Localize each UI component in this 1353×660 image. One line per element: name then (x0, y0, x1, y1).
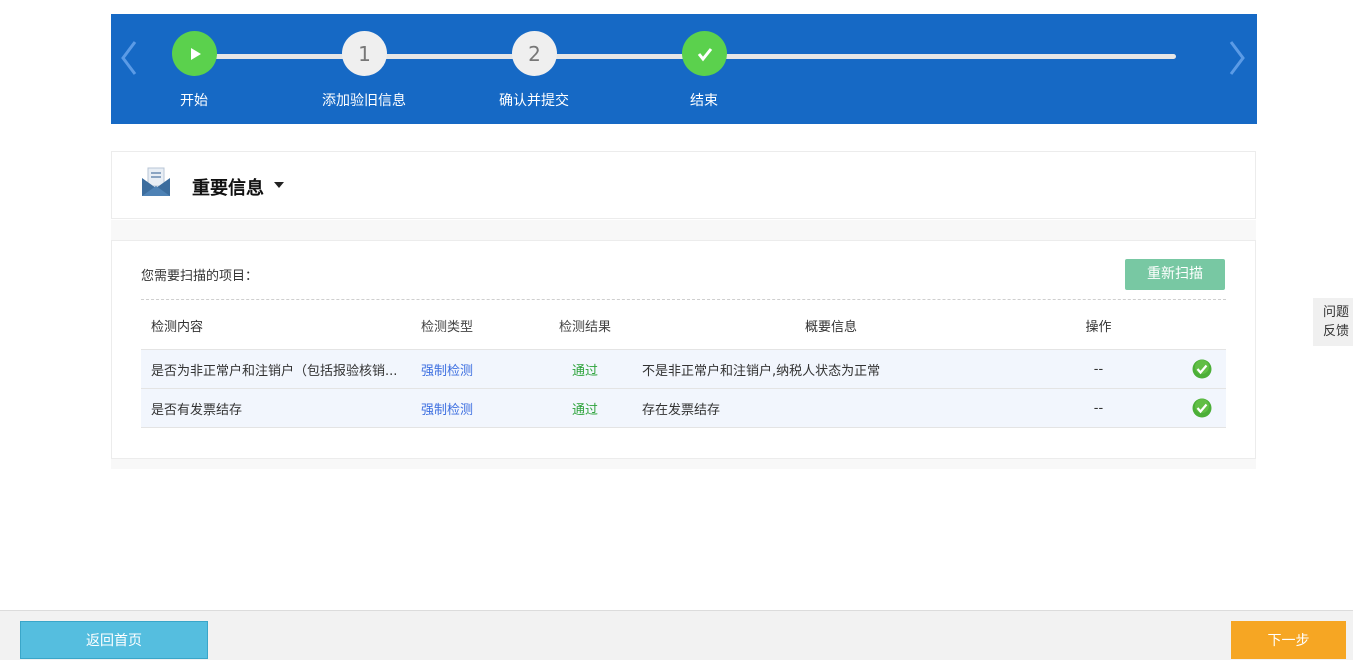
col-op-header: 操作 (1085, 319, 1112, 335)
table-row: 是否有发票结存 强制检测 通过 存在发票结存 -- (141, 389, 1226, 428)
section-divider (111, 220, 1256, 240)
footer-bar: 返回首页 下一步 (0, 610, 1353, 660)
row-type-link[interactable]: 强制检测 (421, 350, 531, 388)
info-panel: 重要信息 (111, 151, 1256, 219)
feedback-tab[interactable]: 问题 反馈 (1313, 298, 1353, 346)
step-confirm: 2 确认并提交 (464, 14, 604, 124)
row-content: 是否为非正常户和注销户（包括报验核销... (151, 363, 398, 379)
row-op: -- (1093, 400, 1104, 416)
row-op: -- (1093, 361, 1104, 377)
caret-down-icon[interactable] (274, 182, 284, 188)
row-summary: 不是非正常户和注销户,纳税人状态为正常 (642, 363, 881, 379)
table-header: 检测内容 检测类型 检测结果 概要信息 操作 (141, 301, 1226, 350)
step-number: 2 (512, 31, 557, 76)
table-row: 是否为非正常户和注销户（包括报验核销... 强制检测 通过 不是非正常户和注销户… (141, 350, 1226, 389)
rescan-button[interactable]: 重新扫描 (1125, 259, 1225, 290)
row-result: 通过 (571, 363, 598, 379)
col-content-header: 检测内容 (151, 319, 204, 335)
scan-table: 检测内容 检测类型 检测结果 概要信息 操作 是否为非正常户和注销户（包括报验核… (141, 301, 1226, 428)
scan-panel: 您需要扫描的项目： 重新扫描 检测内容 检测类型 检测结果 概要信息 操作 是否… (111, 240, 1256, 459)
step-label: 确认并提交 (499, 93, 569, 109)
row-result: 通过 (571, 402, 598, 418)
step-label: 开始 (180, 93, 208, 109)
step-add-info: 1 添加验旧信息 (294, 14, 434, 124)
scan-label: 您需要扫描的项目： (141, 269, 259, 284)
check-icon (682, 31, 727, 76)
check-circle-icon (1189, 389, 1215, 427)
next-arrow-icon[interactable] (1227, 38, 1247, 78)
info-title[interactable]: 重要信息 (192, 174, 264, 200)
row-content: 是否有发票结存 (151, 402, 243, 418)
back-home-button[interactable]: 返回首页 (20, 621, 208, 659)
feedback-line-1: 问题 (1323, 305, 1350, 320)
step-end: 结束 (634, 14, 774, 124)
check-circle-icon (1189, 350, 1215, 388)
progress-stepper: 开始 1 添加验旧信息 2 确认并提交 结束 (111, 14, 1257, 124)
col-summary-header: 概要信息 (804, 319, 857, 335)
dashed-divider (141, 299, 1226, 300)
step-start: 开始 (124, 14, 264, 124)
feedback-line-2: 反馈 (1323, 324, 1350, 339)
section-footer-strip (111, 459, 1256, 469)
row-summary: 存在发票结存 (642, 402, 721, 418)
step-label: 结束 (690, 93, 718, 109)
envelope-icon (140, 166, 172, 202)
row-type-link[interactable]: 强制检测 (421, 389, 531, 427)
col-result-header: 检测结果 (558, 319, 611, 335)
step-number: 1 (342, 31, 387, 76)
play-icon (172, 31, 217, 76)
step-label: 添加验旧信息 (322, 93, 406, 109)
col-type-header: 检测类型 (421, 319, 474, 335)
next-step-button[interactable]: 下一步 (1231, 621, 1346, 659)
